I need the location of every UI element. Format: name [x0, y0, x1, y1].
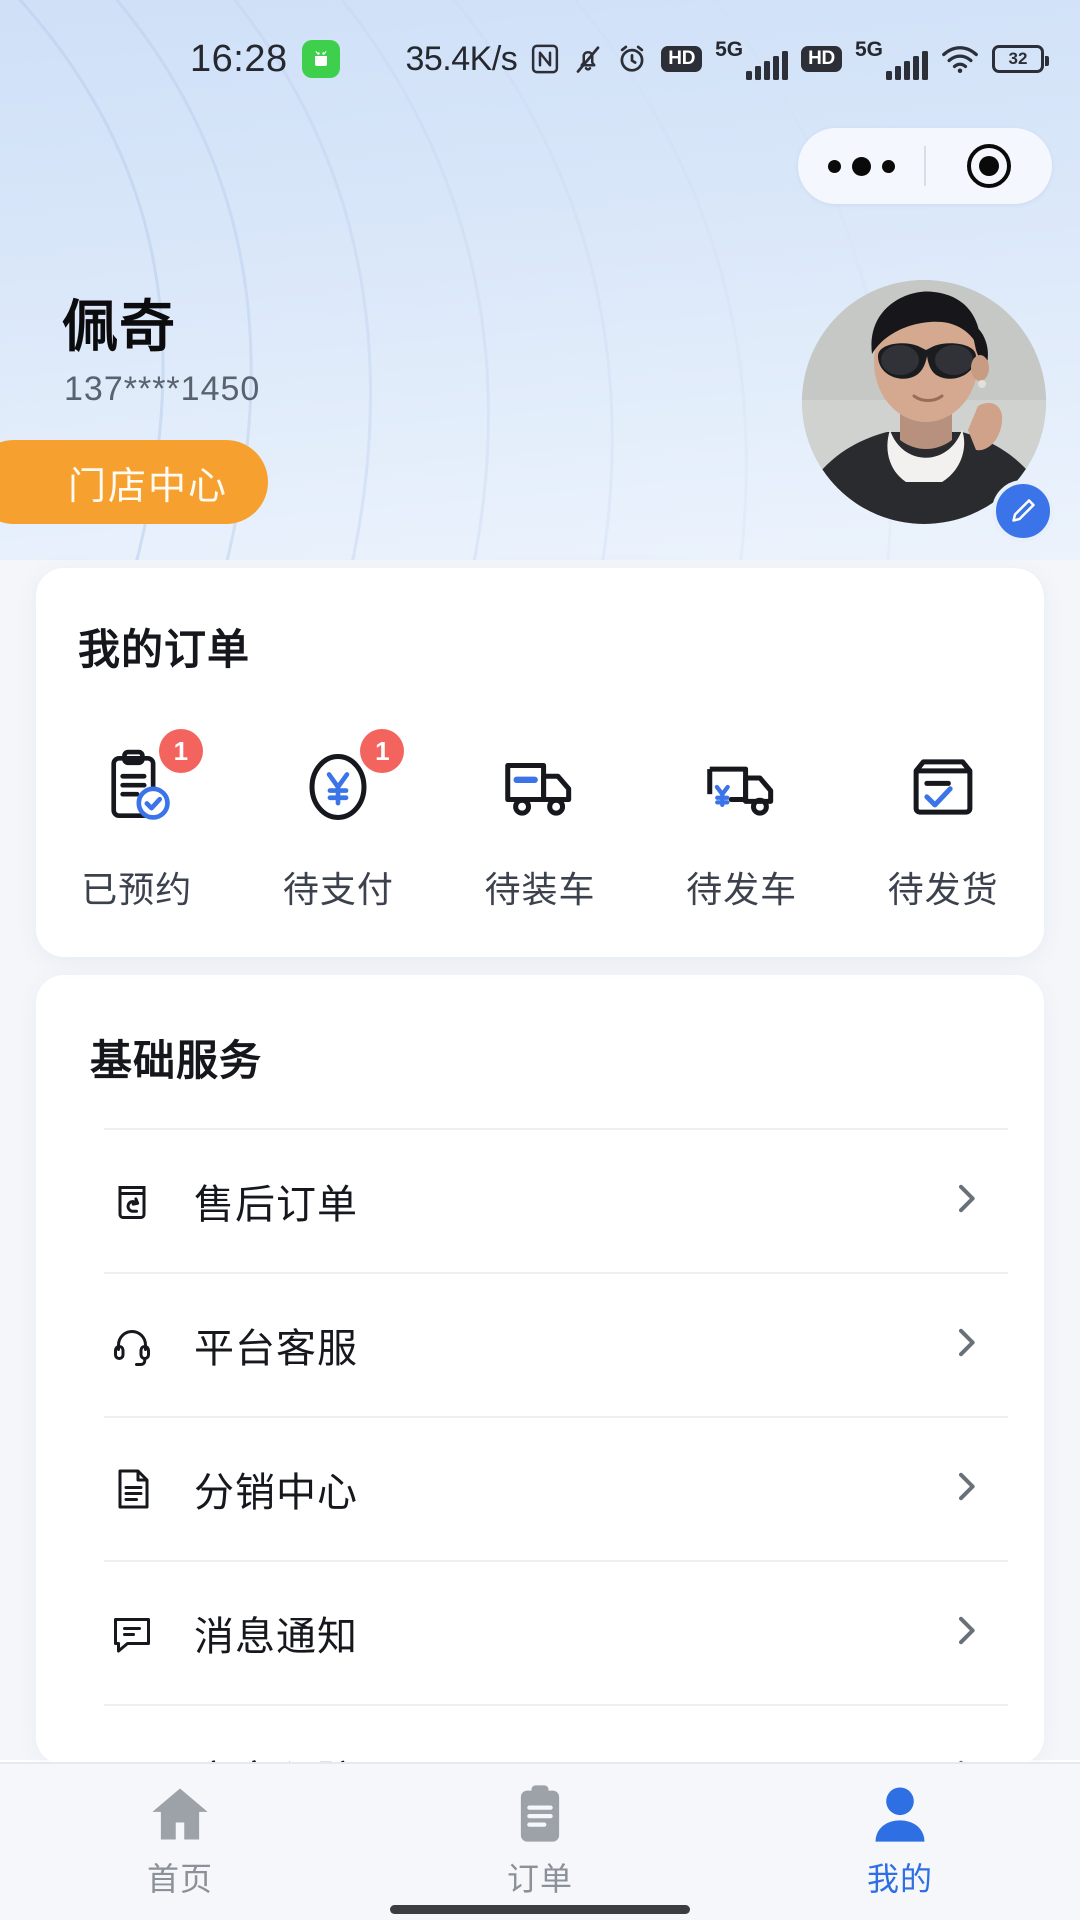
orders-card: 我的订单 1 已预约 — [36, 568, 1044, 957]
store-center-button[interactable]: 门店中心 — [0, 440, 268, 524]
order-status-loading[interactable]: 待装车 — [439, 739, 641, 913]
chevron-right-icon — [946, 1467, 986, 1512]
android-robot-icon — [302, 40, 340, 78]
status-clock: 16:28 — [190, 38, 288, 81]
signal-bars-sim1 — [746, 50, 788, 80]
order-label-shipping: 待发货 — [888, 861, 999, 913]
service-row-merchant[interactable]: 商家入驻 — [104, 1704, 1008, 1765]
profile-phone: 137****1450 — [64, 370, 260, 409]
tab-label-home: 首页 — [147, 1854, 213, 1900]
order-badge-unpaid: 1 — [360, 729, 404, 773]
order-list-icon — [504, 1780, 576, 1848]
message-icon — [104, 1609, 160, 1657]
tab-label-mine: 我的 — [867, 1854, 933, 1900]
alarm-clock-icon — [616, 42, 648, 76]
service-label-notification: 消息通知 — [194, 1604, 358, 1662]
order-label-reserved: 已预约 — [81, 861, 192, 913]
service-label-support: 平台客服 — [194, 1316, 358, 1374]
chevron-right-icon — [946, 1611, 986, 1656]
package-check-icon — [900, 744, 986, 830]
tab-orders[interactable]: 订单 — [360, 1764, 720, 1900]
bell-muted-icon — [573, 42, 603, 76]
store-center-label: 门店中心 — [68, 455, 228, 510]
profile-name: 佩奇 — [62, 282, 176, 363]
service-label-aftersale: 售后订单 — [194, 1172, 358, 1230]
app-screen: 16:28 35.4K/s — [0, 0, 1080, 1920]
network-type-sim1: 5G — [715, 39, 743, 60]
tab-home[interactable]: 首页 — [0, 1764, 360, 1900]
tab-label-orders: 订单 — [507, 1854, 573, 1900]
return-box-icon — [104, 1177, 160, 1225]
order-status-reserved[interactable]: 1 已预约 — [36, 739, 238, 913]
battery-indicator: 32 — [992, 45, 1044, 73]
more-dots-icon[interactable] — [798, 157, 924, 176]
hd-badge-sim1: HD — [661, 46, 702, 72]
wifi-icon — [941, 44, 979, 74]
status-bar: 16:28 35.4K/s — [0, 0, 1080, 118]
home-icon — [144, 1780, 216, 1848]
service-row-support[interactable]: 平台客服 — [104, 1272, 1008, 1416]
order-label-departure: 待发车 — [686, 861, 797, 913]
order-badge-reserved: 1 — [159, 729, 203, 773]
order-status-shipping[interactable]: 待发货 — [842, 739, 1044, 913]
nfc-icon — [530, 42, 560, 76]
service-label-distribution: 分销中心 — [194, 1460, 358, 1518]
service-row-aftersale[interactable]: 售后订单 — [104, 1128, 1008, 1272]
order-label-loading: 待装车 — [484, 861, 595, 913]
network-type-sim2: 5G — [855, 39, 883, 60]
document-icon — [104, 1465, 160, 1513]
service-row-distribution[interactable]: 分销中心 — [104, 1416, 1008, 1560]
signal-bars-sim2 — [886, 50, 928, 80]
orders-section: 品质保障 · 值得放心 我的订单 1 — [36, 568, 1044, 957]
order-status-unpaid[interactable]: 1 待支付 — [238, 739, 440, 913]
pencil-edit-icon — [1008, 496, 1038, 526]
signal-group-sim2: 5G — [855, 39, 928, 80]
home-indicator — [390, 1905, 690, 1914]
service-row-notification[interactable]: 消息通知 — [104, 1560, 1008, 1704]
person-icon — [864, 1780, 936, 1848]
basic-services-title: 基础服务 — [90, 1027, 1044, 1088]
bottom-tab-bar: 首页 订单 我的 — [0, 1762, 1080, 1920]
order-status-row: 1 已预约 1 待支付 — [36, 739, 1044, 913]
status-bar-left: 16:28 — [190, 0, 340, 118]
status-bar-right: 35.4K/s HD 5G HD — [405, 0, 1044, 118]
basic-services-list: 售后订单 平台客服 — [36, 1128, 1044, 1765]
target-circle-icon[interactable] — [926, 144, 1052, 188]
network-speed: 35.4K/s — [405, 40, 517, 79]
battery-level: 32 — [1009, 49, 1028, 69]
avatar-edit-button[interactable] — [992, 480, 1054, 542]
orders-title: 我的订单 — [78, 616, 1044, 677]
chevron-right-icon — [946, 1179, 986, 1224]
miniprogram-capsule[interactable] — [798, 128, 1052, 204]
order-status-departure[interactable]: 待发车 — [641, 739, 843, 913]
truck-load-icon — [497, 744, 583, 830]
hd-badge-sim2: HD — [801, 46, 842, 72]
order-label-unpaid: 待支付 — [283, 861, 394, 913]
chevron-right-icon — [946, 1323, 986, 1368]
basic-services-card: 基础服务 售后订单 — [36, 975, 1044, 1765]
signal-group-sim1: 5G — [715, 39, 788, 80]
truck-yuan-icon — [699, 744, 785, 830]
headset-icon — [104, 1321, 160, 1369]
tab-mine[interactable]: 我的 — [720, 1764, 1080, 1900]
